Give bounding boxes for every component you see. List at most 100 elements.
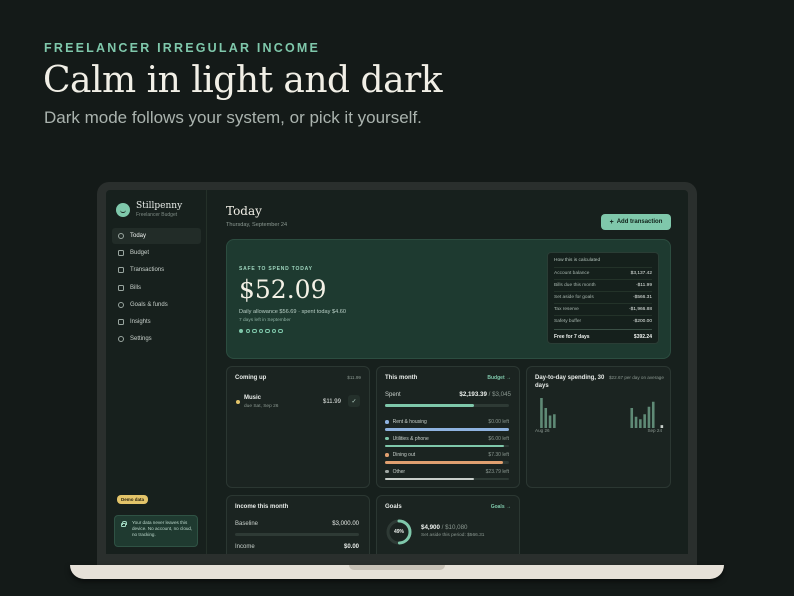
income-row: Income $0.00 xyxy=(235,544,359,550)
category-left: $7.30 left xyxy=(488,452,509,458)
day-dot xyxy=(265,329,270,334)
spending-bar xyxy=(647,406,651,428)
sidebar-item-goals-funds[interactable]: Goals & funds xyxy=(112,297,201,313)
goals-card: Goals Goals → 49% $4,900 / $10,080 Set a… xyxy=(376,495,520,554)
calc-total-label: Free for 7 days xyxy=(554,333,590,340)
laptop-notch xyxy=(349,565,445,570)
sidebar-item-label: Goals & funds xyxy=(130,301,168,308)
category-label: Utilities & phone xyxy=(385,436,429,442)
category-color-dot xyxy=(385,420,389,424)
sidebar-item-insights[interactable]: Insights xyxy=(112,314,201,330)
category-bar xyxy=(385,477,509,481)
calc-row: Tax reserve -$1,966.88 xyxy=(554,303,652,315)
goals-title: Goals xyxy=(385,504,402,510)
sidebar-item-label: Budget xyxy=(130,250,150,257)
sidebar-item-today[interactable]: Today xyxy=(112,228,201,244)
day-dot xyxy=(252,329,257,334)
category-bar xyxy=(385,444,509,448)
category-row: Rent & housing $0.00 left xyxy=(385,419,509,425)
spending-bar xyxy=(643,414,646,428)
daily-allowance: Daily allowance $56.69 · spent today $4.… xyxy=(239,309,346,315)
sidebar-item-settings[interactable]: Settings xyxy=(112,331,201,347)
goal-target: / $10,080 xyxy=(439,524,468,531)
calc-rows: Account balance $3,137.42 Bills due this m… xyxy=(554,267,652,327)
calc-total-value: $392.24 xyxy=(633,333,652,340)
category-bar-fill xyxy=(385,461,503,464)
income-value: $0.00 xyxy=(343,544,359,550)
category-name: Dining out xyxy=(392,452,416,458)
goal-set-aside: Set aside this period: $566.31 xyxy=(421,533,485,538)
budget-link[interactable]: Budget → xyxy=(487,375,511,381)
calc-row-label: Safety buffer xyxy=(554,319,582,324)
goal-amount: $4,900 / $10,080 xyxy=(421,524,467,531)
calc-heading: How this is calculated xyxy=(554,258,601,263)
add-transaction-button[interactable]: + Add transaction xyxy=(601,214,671,230)
category-left: $0.00 left xyxy=(488,419,509,425)
brand-name: Stillpenny xyxy=(136,201,183,211)
baseline-value: $3,000.00 xyxy=(332,521,359,527)
spending-bar xyxy=(639,419,642,428)
category-color-dot xyxy=(385,436,389,441)
this-month-title: This month xyxy=(385,375,418,381)
day-progress-dots xyxy=(239,329,283,334)
calc-total-row: Free for 7 days $392.24 xyxy=(554,329,652,343)
wallet-icon xyxy=(118,250,124,257)
spending-bar xyxy=(651,401,655,428)
days-left: 7 days left in September xyxy=(239,318,291,323)
spending-card: Day-to-day spending, 30 days $22.67 per … xyxy=(526,366,671,488)
category-bar xyxy=(385,428,509,431)
spent-value: $2,193.39 / $3,045 xyxy=(459,391,511,398)
demo-badge: Demo data xyxy=(117,495,149,504)
spent-bar-fill xyxy=(385,404,475,407)
sidebar-item-label: Transactions xyxy=(130,267,165,274)
calc-row-value: -$200.00 xyxy=(633,319,652,324)
category-row: Other $23.79 left xyxy=(385,469,509,475)
day-dot xyxy=(278,329,283,334)
spent-of: / $3,045 xyxy=(486,391,511,398)
lock-icon xyxy=(121,521,127,527)
goals-link[interactable]: Goals → xyxy=(491,504,511,510)
spending-title: Day-to-day spending, 30 days xyxy=(535,375,605,389)
calc-row-label: Bills due this month xyxy=(554,283,596,288)
spent-amount: $2,193.39 xyxy=(459,391,487,398)
hero-subtitle: Dark mode follows your system, or pick i… xyxy=(44,108,422,127)
category-left: $23.79 left xyxy=(485,468,509,475)
spending-bar-chart xyxy=(540,398,664,428)
spending-bar xyxy=(544,408,548,428)
sidebar-item-bills[interactable]: Bills xyxy=(112,280,201,296)
calc-row-value: -$566.31 xyxy=(633,295,652,300)
spending-average: $22.67 per day on average xyxy=(609,375,664,380)
safe-to-spend-card: SAFE TO SPEND TODAY $52.09 Daily allowan… xyxy=(226,239,671,359)
sidebar-item-label: Settings xyxy=(130,336,152,343)
calc-row-value: $3,137.42 xyxy=(630,271,652,276)
calendar-icon xyxy=(118,284,124,291)
sidebar-item-label: Insights xyxy=(130,318,151,325)
category-row: Dining out $7.30 left xyxy=(385,452,509,458)
category-name: Utilities & phone xyxy=(392,435,429,442)
sidebar: Stillpenny Freelancer Budget Today Budget… xyxy=(106,190,207,554)
mark-paid-button[interactable]: ✓ xyxy=(348,395,360,407)
hero-title: Calm in light and dark xyxy=(43,60,443,101)
spending-bar xyxy=(548,415,552,428)
app-screen: Stillpenny Freelancer Budget Today Budget… xyxy=(106,190,688,554)
income-card: Income this month Baseline $3,000.00 Inc… xyxy=(226,495,370,554)
category-bar-fill xyxy=(385,428,509,431)
calc-row: Account balance $3,137.42 xyxy=(554,267,652,279)
baseline-row: Baseline $3,000.00 xyxy=(235,521,359,527)
plus-icon: + xyxy=(609,218,614,226)
sidebar-item-transactions[interactable]: Transactions xyxy=(112,262,201,278)
calculation-box: How this is calculated Account balance $3… xyxy=(547,252,659,344)
bill-name: Music xyxy=(244,395,262,401)
calc-row: Bills due this month -$11.99 xyxy=(554,279,652,291)
calc-row: Safety buffer -$200.00 xyxy=(554,315,652,327)
category-label: Rent & housing xyxy=(385,419,427,425)
category-row: Utilities & phone $6.00 left xyxy=(385,436,509,442)
category-bar xyxy=(385,461,509,464)
privacy-note: Your data never leaves this device. No a… xyxy=(114,515,198,547)
sun-icon xyxy=(118,233,124,239)
day-dot xyxy=(258,329,264,334)
sidebar-item-budget[interactable]: Budget xyxy=(112,245,201,261)
goal-percent: 49% xyxy=(393,529,404,535)
this-month-card: This month Budget → Spent $2,193.39 / $3… xyxy=(376,366,520,488)
income-title: Income this month xyxy=(235,504,289,510)
